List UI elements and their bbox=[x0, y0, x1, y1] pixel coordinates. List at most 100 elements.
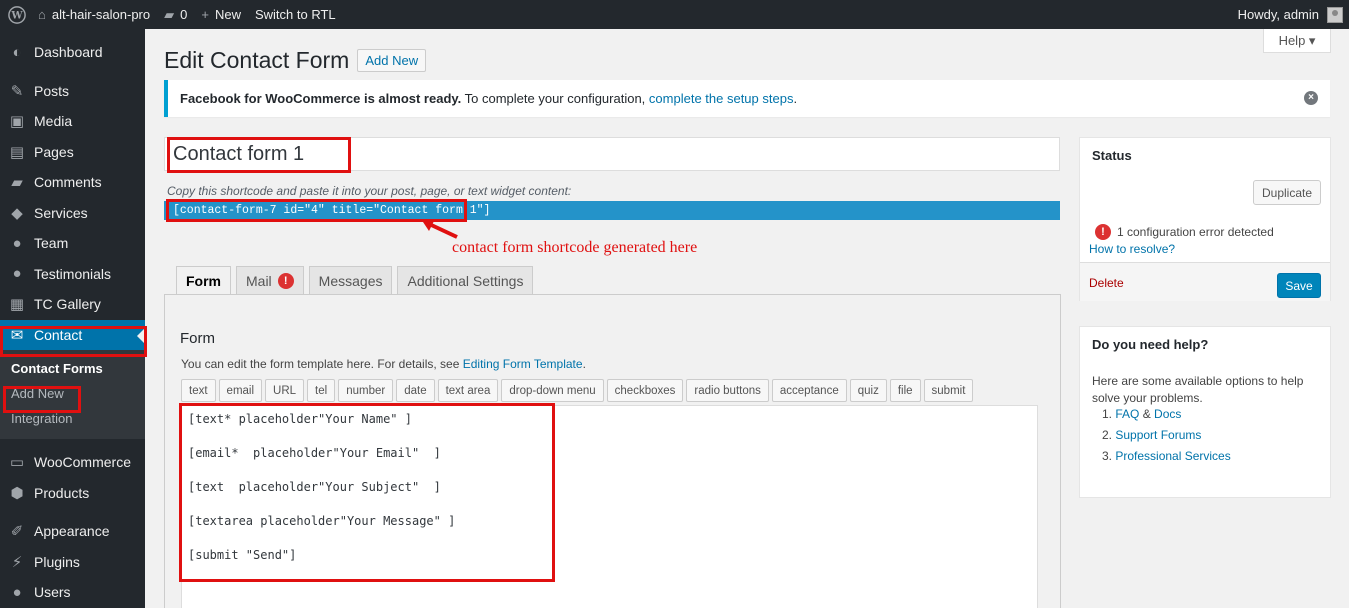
how-to-resolve-link[interactable]: How to resolve? bbox=[1089, 242, 1175, 256]
new-content-link[interactable]: + New bbox=[194, 0, 248, 29]
my-account-link[interactable]: Howdy, admin bbox=[1231, 0, 1349, 29]
annotation-arrow-icon bbox=[421, 219, 458, 239]
tag-button-acceptance[interactable]: acceptance bbox=[771, 379, 847, 402]
editing-form-template-link[interactable]: Editing Form Template bbox=[463, 357, 583, 371]
error-icon: ! bbox=[1095, 224, 1111, 240]
code-line: [text placeholder"Your Subject" ] bbox=[188, 480, 441, 494]
panel-description: You can edit the form template here. For… bbox=[181, 357, 586, 371]
help-button[interactable]: Help ▾ bbox=[1263, 29, 1331, 53]
tag-button-dropdown[interactable]: drop-down menu bbox=[501, 379, 604, 402]
tab-label: Additional Settings bbox=[407, 272, 524, 289]
save-button[interactable]: Save bbox=[1277, 273, 1321, 298]
plus-icon: + bbox=[201, 7, 209, 22]
tag-button-checkboxes[interactable]: checkboxes bbox=[606, 379, 684, 402]
sidebar-item-users[interactable]: ● Users bbox=[0, 577, 145, 608]
switch-rtl-link[interactable]: Switch to RTL bbox=[248, 0, 343, 29]
list-item: 3. Professional Services bbox=[1102, 449, 1231, 463]
facebook-notice: Facebook for WooCommerce is almost ready… bbox=[164, 80, 1330, 117]
page-title: Edit Contact Form bbox=[164, 47, 350, 73]
tab-mail[interactable]: Mail! bbox=[236, 266, 304, 295]
sidebar-item-label: Team bbox=[34, 235, 69, 252]
form-panel: Form You can edit the form template here… bbox=[164, 294, 1061, 608]
sidebar-item-testimonials[interactable]: ● Testimonials bbox=[0, 259, 145, 290]
tag-button-file[interactable]: file bbox=[889, 379, 921, 402]
duplicate-button[interactable]: Duplicate bbox=[1253, 180, 1321, 205]
notice-end: . bbox=[793, 91, 798, 106]
switch-rtl-label: Switch to RTL bbox=[254, 7, 336, 22]
tag-button-radio[interactable]: radio buttons bbox=[686, 379, 769, 402]
tab-form[interactable]: Form bbox=[176, 266, 231, 296]
setup-steps-link[interactable]: complete the setup steps bbox=[649, 91, 794, 106]
submenu-integration[interactable]: Integration bbox=[0, 406, 145, 431]
tag-button-submit[interactable]: submit bbox=[923, 379, 974, 402]
tag-button-url[interactable]: URL bbox=[265, 379, 305, 402]
dismiss-notice-icon[interactable]: × bbox=[1304, 91, 1318, 105]
docs-link[interactable]: Docs bbox=[1154, 407, 1181, 421]
add-new-button[interactable]: Add New bbox=[357, 49, 427, 72]
amp-separator: & bbox=[1139, 407, 1155, 421]
form-template-textarea[interactable]: [text* placeholder"Your Name" ] [email* … bbox=[181, 405, 1038, 608]
professional-services-link[interactable]: Professional Services bbox=[1115, 449, 1230, 463]
shortcode-label: Copy this shortcode and paste it into yo… bbox=[167, 184, 572, 198]
gallery-icon: ▦ bbox=[9, 296, 25, 314]
site-name-link[interactable]: ⌂ alt-hair-salon-pro bbox=[31, 0, 157, 29]
list-item: 2. Support Forums bbox=[1102, 428, 1202, 442]
user-icon: ● bbox=[12, 583, 22, 601]
tag-button-date[interactable]: date bbox=[396, 379, 435, 402]
sidebar-item-plugins[interactable]: ⚡ Plugins bbox=[0, 547, 145, 578]
pin-icon: ✎ bbox=[10, 82, 24, 100]
box-icon: ⬢ bbox=[10, 484, 24, 502]
tag-button-quiz[interactable]: quiz bbox=[849, 379, 887, 402]
sidebar-item-contact[interactable]: ✉ Contact bbox=[0, 319, 145, 350]
tag-button-tel[interactable]: tel bbox=[307, 379, 336, 402]
sidebar-item-dashboard[interactable]: ◐ Dashboard bbox=[0, 37, 145, 68]
form-tabs: Form Mail! Messages Additional Settings bbox=[176, 266, 538, 296]
sidebar-item-woocommerce[interactable]: ▭ WooCommerce bbox=[0, 447, 145, 478]
sidebar-item-label: Posts bbox=[34, 82, 70, 99]
status-actions: Delete Save bbox=[1080, 262, 1330, 301]
wordpress-logo-icon[interactable]: W bbox=[2, 0, 31, 29]
sidebar-item-label: Media bbox=[34, 113, 73, 130]
sidebar-item-label: Contact bbox=[34, 326, 83, 343]
notice-body: To complete your configuration, bbox=[461, 91, 649, 106]
sidebar-item-appearance[interactable]: ✐ Appearance bbox=[0, 516, 145, 547]
tab-additional-settings[interactable]: Additional Settings bbox=[397, 266, 534, 295]
sidebar-item-label: Testimonials bbox=[34, 265, 112, 282]
sidebar-item-label: Appearance bbox=[34, 523, 110, 540]
sidebar-item-tc-gallery[interactable]: ▦ TC Gallery bbox=[0, 289, 145, 320]
delete-link[interactable]: Delete bbox=[1089, 276, 1124, 290]
tag-button-email[interactable]: email bbox=[218, 379, 263, 402]
submenu-contact-forms[interactable]: Contact Forms bbox=[0, 356, 145, 381]
avatar bbox=[1327, 6, 1343, 23]
user-icon: ● bbox=[12, 234, 22, 252]
shortcode-text[interactable]: [contact-form-7 id="4" title="Contact fo… bbox=[173, 204, 490, 217]
help-intro: Here are some available options to help … bbox=[1092, 374, 1304, 405]
shortcode-annotation: contact form shortcode generated here bbox=[452, 239, 698, 256]
sidebar-item-pages[interactable]: ▤ Pages bbox=[0, 137, 145, 168]
sidebar-item-media[interactable]: ▣ Media bbox=[0, 106, 145, 137]
submenu-add-new[interactable]: Add New bbox=[0, 381, 145, 406]
tag-button-textarea[interactable]: text area bbox=[437, 379, 499, 402]
sidebar-item-team[interactable]: ● Team bbox=[0, 228, 145, 259]
panel-heading: Form bbox=[180, 330, 215, 347]
mail-icon: ✉ bbox=[10, 326, 24, 344]
pages-icon: ▤ bbox=[9, 143, 25, 161]
sidebar-item-posts[interactable]: ✎ Posts bbox=[0, 76, 145, 107]
sidebar-item-comments[interactable]: ▰ Comments bbox=[0, 167, 145, 198]
tag-button-number[interactable]: number bbox=[338, 379, 394, 402]
sidebar-item-label: Products bbox=[34, 484, 90, 501]
support-forums-link[interactable]: Support Forums bbox=[1115, 428, 1201, 442]
tag-icon: ◆ bbox=[11, 204, 23, 222]
tab-messages[interactable]: Messages bbox=[308, 266, 393, 295]
comments-link[interactable]: ▰ 0 bbox=[157, 0, 194, 29]
sidebar-item-label: Pages bbox=[34, 143, 74, 160]
panel-desc-end: . bbox=[582, 357, 586, 371]
tag-button-text[interactable]: text bbox=[181, 379, 216, 402]
comments-count: 0 bbox=[180, 7, 188, 22]
admin-sidebar: ◐ Dashboard ✎ Posts ▣ Media ▤ Pages ▰ Comment… bbox=[0, 29, 145, 608]
form-title-input[interactable]: Contact form 1 bbox=[164, 137, 1060, 171]
sidebar-item-services[interactable]: ◆ Services bbox=[0, 198, 145, 229]
site-name-label: alt-hair-salon-pro bbox=[51, 7, 151, 22]
sidebar-item-products[interactable]: ⬢ Products bbox=[0, 478, 145, 509]
faq-link[interactable]: FAQ bbox=[1115, 407, 1139, 421]
